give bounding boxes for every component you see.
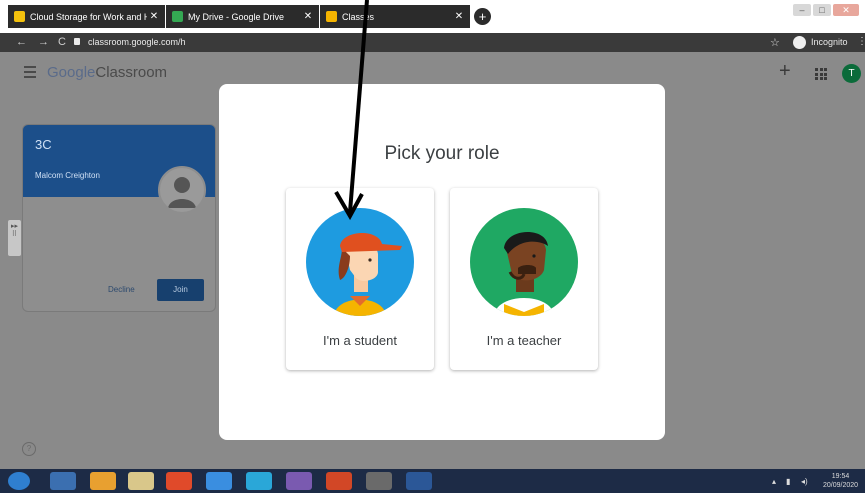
class-card[interactable]: 3C Malcom Creighton Decline Join <box>22 124 216 312</box>
bookmark-star-icon[interactable]: ☆ <box>770 36 780 49</box>
taskbar-app-icon[interactable] <box>246 472 272 490</box>
close-tab-icon[interactable]: ✕ <box>301 11 315 22</box>
drive-icon <box>14 11 25 22</box>
main-menu-icon[interactable] <box>24 66 36 81</box>
teacher-photo <box>158 166 206 214</box>
incognito-label[interactable]: Incognito <box>811 37 848 47</box>
student-role-label: I'm a student <box>322 333 398 348</box>
word-icon[interactable] <box>406 472 432 490</box>
logo-google: Google <box>47 64 96 81</box>
file-explorer-icon[interactable] <box>128 472 154 490</box>
taskbar-clock[interactable]: 19:54 20/09/2020 <box>823 472 858 490</box>
incognito-icon <box>793 36 806 49</box>
browser-tab-cloud-storage[interactable]: Cloud Storage for Work and Hor ✕ <box>8 5 165 28</box>
class-teacher-name: Malcom Creighton <box>35 171 100 180</box>
create-join-class-icon[interactable]: + <box>779 60 791 83</box>
tab-title: My Drive - Google Drive <box>188 11 285 22</box>
join-button[interactable]: Join <box>157 279 204 301</box>
drive-icon <box>172 11 183 22</box>
close-window-icon[interactable]: ✕ <box>833 4 859 16</box>
google-apps-icon[interactable] <box>815 68 827 80</box>
account-avatar[interactable]: T <box>842 64 861 83</box>
browser-tab-bar: Cloud Storage for Work and Hor ✕ My Driv… <box>0 0 865 33</box>
clock-date: 20/09/2020 <box>823 482 859 489</box>
camera-icon[interactable] <box>366 472 392 490</box>
internet-explorer-icon[interactable] <box>206 472 232 490</box>
forward-icon[interactable]: → <box>38 36 49 49</box>
taskbar-app-icon[interactable] <box>50 472 76 490</box>
side-panel-handle[interactable]: ▸▸ ⠿ <box>8 220 21 256</box>
person-placeholder-icon <box>168 177 196 208</box>
minimize-icon[interactable]: – <box>793 4 811 16</box>
classroom-icon <box>326 11 337 22</box>
windows-taskbar: ▴ ▮ ◂) 19:54 20/09/2020 <box>0 469 865 493</box>
app-logo[interactable]: GoogleClassroom <box>47 64 167 81</box>
lock-icon <box>74 38 80 45</box>
decline-button[interactable]: Decline <box>108 285 135 294</box>
browser-tab-classes[interactable]: Classes ✕ <box>320 5 470 28</box>
teacher-role-card[interactable]: I'm a teacher <box>450 188 598 370</box>
reload-icon[interactable]: C <box>58 36 66 49</box>
new-tab-button[interactable]: + <box>474 8 491 25</box>
browser-tab-my-drive[interactable]: My Drive - Google Drive ✕ <box>166 5 319 28</box>
tray-expand-icon[interactable]: ▴ <box>772 477 776 486</box>
teacher-role-label: I'm a teacher <box>486 333 562 348</box>
taskbar-scratch-icon[interactable] <box>90 472 116 490</box>
student-illustration <box>306 208 414 316</box>
maximize-icon[interactable]: □ <box>813 4 831 16</box>
chrome-icon[interactable] <box>166 472 192 490</box>
address-bar: ← → C classroom.google.com/h ☆ Incognito… <box>0 33 865 52</box>
close-tab-icon[interactable]: ✕ <box>452 11 466 22</box>
back-icon[interactable]: ← <box>16 36 27 49</box>
taskbar-app-icon[interactable] <box>286 472 312 490</box>
network-icon[interactable]: ▮ <box>786 477 790 486</box>
start-button-icon[interactable] <box>8 472 30 490</box>
help-icon[interactable]: ? <box>22 442 36 456</box>
tab-title: Classes <box>342 11 375 22</box>
window-controls: – □ ✕ <box>793 4 859 16</box>
powerpoint-icon[interactable] <box>326 472 352 490</box>
browser-menu-icon[interactable]: ⋮ <box>857 36 865 47</box>
close-tab-icon[interactable]: ✕ <box>147 11 161 22</box>
volume-icon[interactable]: ◂) <box>801 477 808 486</box>
teacher-illustration <box>470 208 578 316</box>
dialog-title: Pick your role <box>384 143 500 164</box>
logo-product: Classroom <box>95 64 168 81</box>
clock-time: 19:54 <box>831 473 850 480</box>
student-role-card[interactable]: I'm a student <box>286 188 434 370</box>
pick-role-dialog: Pick your role I'm a student I'm a teach… <box>219 84 665 440</box>
class-name[interactable]: 3C <box>35 137 52 152</box>
tab-title: Cloud Storage for Work and Hor <box>30 11 147 22</box>
url-field[interactable]: classroom.google.com/h <box>88 37 186 47</box>
